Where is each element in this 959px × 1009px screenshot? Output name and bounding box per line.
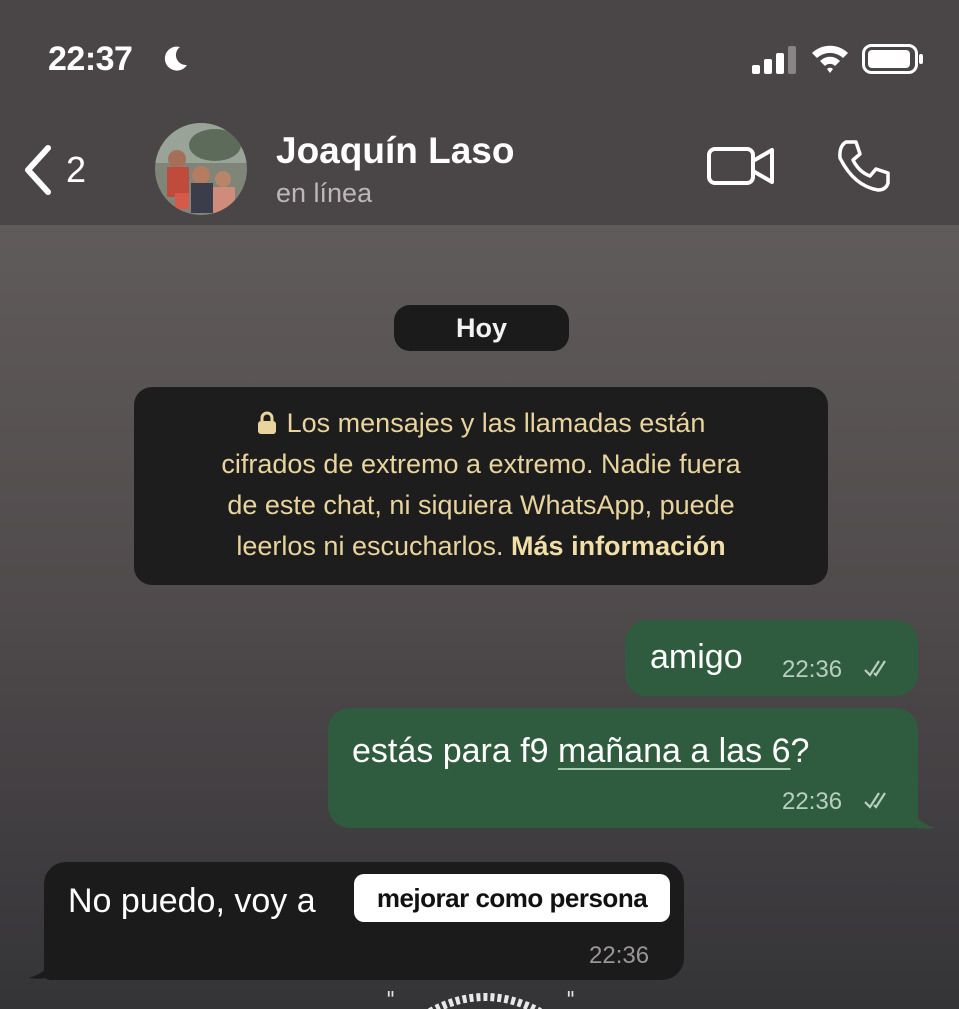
moon-icon [164,46,187,71]
message-time: 22:36 [782,788,843,815]
more-info-link[interactable]: Más información [511,531,726,561]
message-text-part: ? [790,732,810,770]
notice-line: leerlos ni escucharlos. Más información [134,526,828,567]
phone-icon[interactable] [834,138,892,194]
read-receipt-icon [864,792,886,809]
read-receipt-icon [864,660,886,677]
date-separator: Hoy [394,305,569,351]
outgoing-message[interactable]: estás para f9 mañana a las 6? 22:36 [328,708,918,828]
lock-icon [257,411,276,434]
message-time: 22:36 [782,656,843,683]
unread-count: 2 [66,149,87,190]
outgoing-message[interactable]: amigo 22:36 [625,620,918,696]
svg-text:": " [566,987,575,1009]
signal-icon [752,46,796,74]
contact-avatar[interactable] [155,123,247,215]
date-link[interactable]: mañana a las 6 [558,732,791,770]
notice-line-3: de este chat, ni siquiera WhatsApp, pued… [227,490,735,520]
contact-name[interactable]: Joaquín Laso [276,130,514,172]
top-bar: 22:37 2 Joaquín Laso en línea [0,0,959,225]
message-text: amigo [650,638,743,676]
video-call-icon[interactable] [706,140,776,192]
svg-text:": " [386,987,395,1009]
incoming-message[interactable]: No puedo, voy a mejorar como persona 22:… [44,862,684,980]
wifi-icon [812,45,848,73]
message-text: No puedo, voy a [68,882,316,920]
status-time: 22:37 [48,40,133,78]
encryption-notice[interactable]: Los mensajes y las llamadas están cifrad… [134,387,828,585]
battery-icon [862,44,923,74]
bubble-tail [28,950,56,979]
cropped-sticker: " " [386,987,575,1009]
back-chevron-icon [25,145,51,195]
message-text: estás para f9 mañana a las 6? [352,732,809,771]
notice-line: Los mensajes y las llamadas están [134,403,828,444]
text-sticker: mejorar como persona [354,874,670,922]
notice-line-2: cifrados de extremo a extremo. Nadie fue… [221,449,741,479]
bubble-tail [908,798,936,829]
message-text-part: estás para f9 [352,732,559,770]
message-time: 22:36 [589,942,650,969]
back-button[interactable]: 2 [20,140,110,200]
contact-status: en línea [276,178,373,208]
notice-line-1: Los mensajes y las llamadas están [286,408,706,438]
notice-line-4: leerlos ni escucharlos. [236,531,504,561]
